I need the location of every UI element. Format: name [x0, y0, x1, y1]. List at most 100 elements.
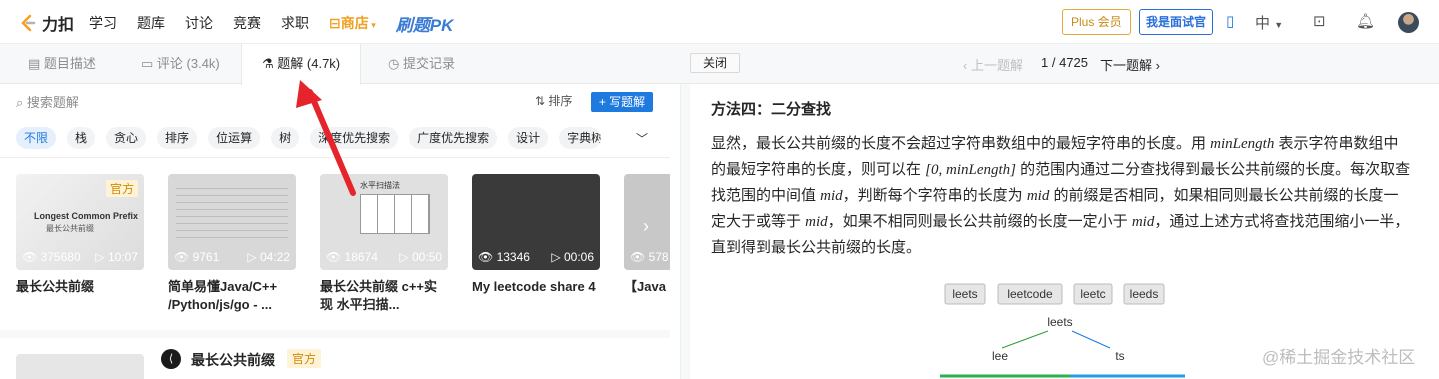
nav-discuss[interactable]: 讨论 [185, 13, 213, 36]
views: 👁︎ 13346 [478, 250, 530, 264]
solution-article: 方法四：二分查找 显然，最长公共前缀的长度不会超过字符串数组中的最短字符串的长度… [690, 84, 1439, 379]
next-solution-label: 下一题解 [1100, 58, 1153, 73]
sort-button[interactable]: ⇅ 排序 [535, 92, 572, 109]
video-stats: 👁︎ 9761 ▷ 04:22 [174, 250, 290, 264]
nav-pk[interactable]: 刷题PK [396, 11, 454, 36]
view-count: 375680 [40, 250, 81, 264]
views: 👁︎ 578 [630, 250, 669, 264]
duration: ▷ 04:22 [247, 250, 290, 264]
write-solution-button[interactable]: + 写题解 [591, 92, 653, 112]
close-button[interactable]: 关闭 [690, 53, 740, 73]
console-icon[interactable]: ⊡ [1313, 12, 1326, 30]
tree-left: lee [992, 349, 1008, 363]
top-navbar: 力扣 学习 题库 讨论 竞赛 求职 ⊟商店 ▾ 刷题PK Plus 会员 我是面… [0, 0, 1439, 44]
tag-sort[interactable]: 排序 [157, 127, 198, 149]
prev-solution-button[interactable]: ‹ 上一题解 [963, 55, 1023, 74]
text: ，判断每个字符串的长度为 [842, 187, 1027, 204]
tag-tree[interactable]: 树 [271, 127, 300, 149]
video-thumbnail[interactable] [16, 354, 144, 379]
video-title[interactable]: 【Java 列】Lo [624, 278, 670, 296]
tree-edge-left [1001, 330, 1049, 349]
bell-icon[interactable]: 🔔︎ [1356, 12, 1375, 30]
video-stats: 👁︎ 13346 ▷ 00:06 [478, 250, 594, 264]
binary-search-diagram: leets leetcode leetc leeds leets lee ts [940, 283, 1185, 378]
tag-filter: 不限 栈 贪心 排序 位运算 树 深度优先搜索 广度优先搜索 设计 字典树 [16, 127, 602, 149]
thumb-title: 水平扫描法 [360, 181, 400, 190]
tag-greedy[interactable]: 贪心 [106, 127, 147, 149]
video-thumbnail: 官方 Longest Common Prefix 最长公共前缀 👁︎ 37568… [16, 174, 144, 270]
mobile-icon[interactable]: ▯ [1226, 12, 1234, 30]
play-icon: ▷ [399, 250, 412, 264]
nav-contest[interactable]: 竞赛 [233, 13, 261, 36]
nav-shop[interactable]: ⊟商店 ▾ [329, 13, 376, 36]
solution-title[interactable]: 最长公共前缀 [191, 350, 275, 370]
video-card[interactable]: 官方 Longest Common Prefix 最长公共前缀 👁︎ 37568… [16, 174, 144, 296]
leetcode-logo[interactable]: 力扣 [18, 11, 74, 35]
interviewer-button[interactable]: 我是面试官 [1139, 9, 1214, 35]
view-count: 18674 [344, 250, 378, 264]
video-title[interactable]: My leetcode share 4 [472, 278, 600, 296]
eye-icon: 👁︎ [174, 250, 193, 264]
plus-member-button[interactable]: Plus 会员 [1062, 9, 1131, 35]
video-thumbnail: 👁︎ 9761 ▷ 04:22 [168, 174, 296, 270]
search-icon: ⌕ [16, 95, 27, 110]
chevron-down-icon: ▼ [1274, 20, 1284, 30]
tag-bit[interactable]: 位运算 [208, 127, 261, 149]
duration-value: 00:50 [411, 250, 442, 264]
tab-description[interactable]: ▤ 题目描述 [28, 44, 96, 84]
carousel-next-icon[interactable]: › [643, 216, 649, 237]
tag-trie[interactable]: 字典树 [559, 127, 602, 149]
tab-comments-label: 评论 (3.4k) [156, 56, 220, 71]
chevron-down-icon[interactable]: ﹀ [636, 130, 648, 147]
leetcode-avatar-icon: ⟨ [161, 349, 181, 369]
video-title[interactable]: 简单易懂Java/C++ /Python/js/go - ... [168, 278, 296, 314]
tab-solutions[interactable]: ⚗ 题解 (4.7k) [241, 44, 362, 85]
write-solution-label: 写题解 [609, 95, 646, 109]
tag-stack[interactable]: 栈 [67, 127, 96, 149]
nav-problems[interactable]: 题库 [137, 13, 165, 36]
tag-design[interactable]: 设计 [508, 127, 549, 149]
video-stats: 👁︎ 578 [630, 250, 670, 264]
language-select[interactable]: 中 ▼ [1255, 12, 1283, 33]
tree-edge-right [1071, 330, 1111, 349]
logo-text: 力扣 [42, 17, 75, 34]
math: minLength [1210, 136, 1275, 152]
shop-label: 商店 [340, 15, 369, 31]
flask-icon: ⚗ [262, 56, 278, 71]
video-title[interactable]: 最长公共前缀 c++实现 水平扫描... [320, 278, 448, 314]
solution-counter: 1 / 4725 [1041, 55, 1088, 70]
tag-bfs[interactable]: 广度优先搜索 [409, 127, 498, 149]
tag-all[interactable]: 不限 [16, 127, 57, 149]
video-thumbnail: 水平扫描法 👁︎ 18674 ▷ 00:50 [320, 174, 448, 270]
video-card[interactable]: 水平扫描法 👁︎ 18674 ▷ 00:50 最长公共前缀 c++实现 水平扫描… [320, 174, 448, 314]
tree-root: leets [1047, 315, 1072, 329]
word-label: leetc [1080, 287, 1105, 301]
chevron-down-icon: ▾ [368, 20, 376, 30]
thumb-subtitle: 最长公共前缀 [46, 224, 94, 233]
math: mid [805, 214, 828, 230]
next-solution-button[interactable]: 下一题解 › [1100, 55, 1160, 74]
video-card[interactable]: 👁︎ 13346 ▷ 00:06 My leetcode share 4 [472, 174, 600, 296]
code-lines [176, 182, 288, 242]
solution-toolbar: 关闭 ‹ 上一题解 1 / 4725 下一题解 › [680, 44, 1439, 84]
tab-comments[interactable]: ▭ 评论 (3.4k) [141, 44, 220, 84]
search-input[interactable]: ⌕ 搜索题解 [16, 92, 79, 111]
search-placeholder: 搜索题解 [26, 95, 79, 110]
chevron-left-icon: ‹ [963, 58, 971, 73]
tag-dfs[interactable]: 深度优先搜索 [310, 127, 399, 149]
divider [0, 330, 670, 338]
word-label: leeds [1130, 287, 1159, 301]
video-solutions: 官方 Longest Common Prefix 最长公共前缀 👁︎ 37568… [16, 174, 670, 324]
language-label: 中 [1255, 15, 1271, 32]
tab-submissions[interactable]: ◷ 提交记录 [388, 44, 455, 84]
video-card[interactable]: 👁︎ 9761 ▷ 04:22 简单易懂Java/C++ /Python/js/… [168, 174, 296, 314]
nav-jobs[interactable]: 求职 [281, 13, 309, 36]
play-icon: ▷ [95, 250, 108, 264]
nav-learn[interactable]: 学习 [89, 13, 117, 36]
avatar[interactable] [1398, 12, 1419, 33]
duration: ▷ 10:07 [95, 250, 138, 264]
video-title[interactable]: 最长公共前缀 [16, 278, 144, 296]
pane-splitter[interactable] [680, 84, 690, 379]
duration-value: 10:07 [107, 250, 138, 264]
view-count: 9761 [192, 250, 220, 264]
